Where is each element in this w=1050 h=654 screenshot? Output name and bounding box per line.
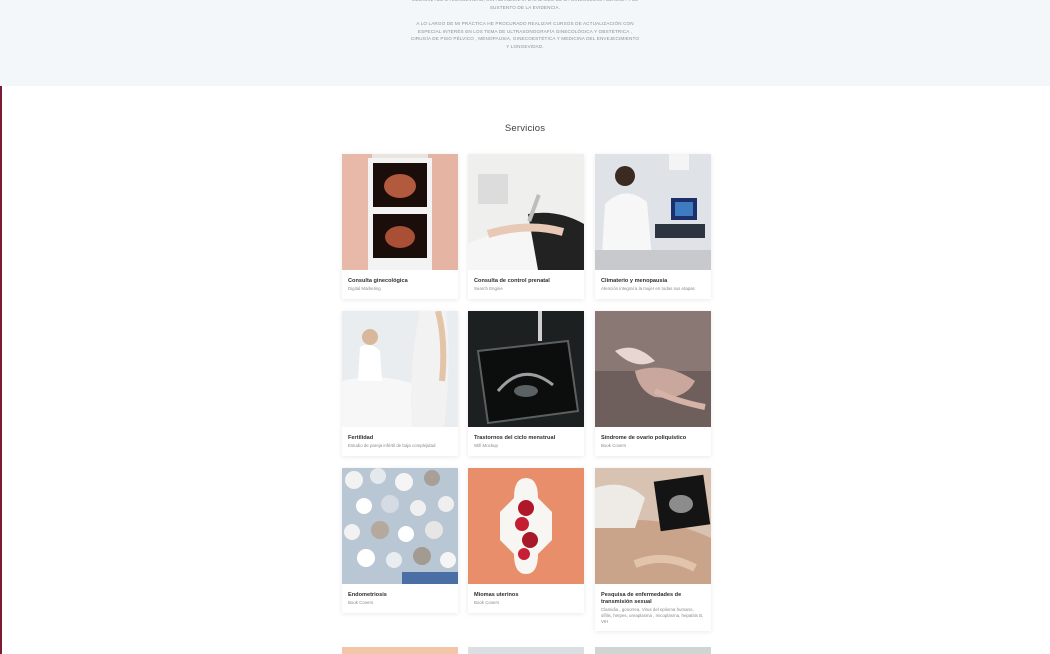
service-card-consulta-ginecologica[interactable]: Consulta ginecológica Digital Marketing — [342, 154, 458, 299]
service-card-partial-3[interactable] — [595, 647, 711, 654]
service-title: Endometriosis — [348, 592, 387, 598]
service-image — [468, 311, 584, 427]
service-title: Miomas uterinos — [474, 592, 519, 598]
intro-paragraph-2: A LO LARGO DE MI PRÁCTICA HE PROCURADO R… — [410, 21, 640, 49]
prenatal-ultrasound-image — [468, 154, 584, 270]
service-title: Pesquisa de enfermedades de transmisión … — [601, 592, 682, 605]
intro-paragraph-1: MEDICINA DE LA LONGEVIDAD, SIN ABANDONAR… — [412, 0, 638, 10]
service-card-partial-1[interactable] — [342, 647, 458, 654]
service-subtitle: Book Covers — [601, 443, 627, 448]
service-image — [468, 468, 584, 584]
service-subtitle: Atención integral a la mujer en todas su… — [601, 286, 695, 291]
service-subtitle: Book Covers — [474, 600, 500, 605]
service-image — [595, 468, 711, 584]
service-title: Climaterio y menopausia — [601, 278, 668, 284]
services-title: Servicios — [504, 123, 546, 134]
service-card-control-prenatal[interactable]: Consulta de control prenatal Search Engi… — [468, 154, 584, 299]
service-card-partial-2[interactable] — [468, 647, 584, 654]
service-card-ets[interactable]: Pesquisa de enfermedades de transmisión … — [595, 468, 711, 632]
pregnant-ultrasound-image — [595, 468, 711, 584]
fertility-image — [342, 311, 458, 427]
left-accent-edge — [0, 86, 2, 654]
service-image — [595, 311, 711, 427]
service-title: Fertilidad — [348, 435, 374, 441]
service-image — [468, 154, 584, 270]
service-image — [595, 154, 711, 270]
doctor-ultrasound-image — [595, 154, 711, 270]
service-image — [342, 311, 458, 427]
ultrasound-prints-image — [342, 154, 458, 270]
pills-image — [342, 468, 458, 584]
flower-hands-image — [595, 311, 711, 427]
service-image — [342, 154, 458, 270]
service-card-miomas[interactable]: Miomas uterinos Book Covers — [468, 468, 584, 613]
service-image — [342, 468, 458, 584]
ultrasound-screen-image — [468, 311, 584, 427]
service-subtitle: Search Engine — [474, 286, 503, 291]
intro-section: MEDICINA DE LA LONGEVIDAD, SIN ABANDONAR… — [0, 0, 1050, 86]
service-subtitle: Book Covers — [348, 600, 374, 605]
service-title: Síndrome de ovario poliquístico — [601, 435, 687, 441]
service-subtitle: Clamidia , gonorrea, Virus del epiloma h… — [601, 607, 704, 624]
service-card-ovario-poliquistico[interactable]: Síndrome de ovario poliquístico Book Cov… — [595, 311, 711, 456]
service-title: Trastornos del ciclo menstrual — [474, 435, 556, 441]
service-card-ciclo-menstrual[interactable]: Trastornos del ciclo menstrual Wifi Mock… — [468, 311, 584, 456]
service-title: Consulta ginecológica — [348, 278, 408, 284]
service-card-fertilidad[interactable]: Fertilidad Estudio de pareja infértil de… — [342, 311, 458, 456]
service-subtitle: Estudio de pareja infértil de baja compl… — [348, 443, 436, 448]
service-subtitle: Digital Marketing — [348, 286, 381, 291]
service-subtitle: Wifi Mockup — [474, 443, 498, 448]
service-card-endometriosis[interactable]: Endometriosis Book Covers — [342, 468, 458, 613]
pad-flowers-image — [468, 468, 584, 584]
service-card-climaterio[interactable]: Climaterio y menopausia Atención integra… — [595, 154, 711, 299]
service-title: Consulta de control prenatal — [474, 278, 550, 284]
